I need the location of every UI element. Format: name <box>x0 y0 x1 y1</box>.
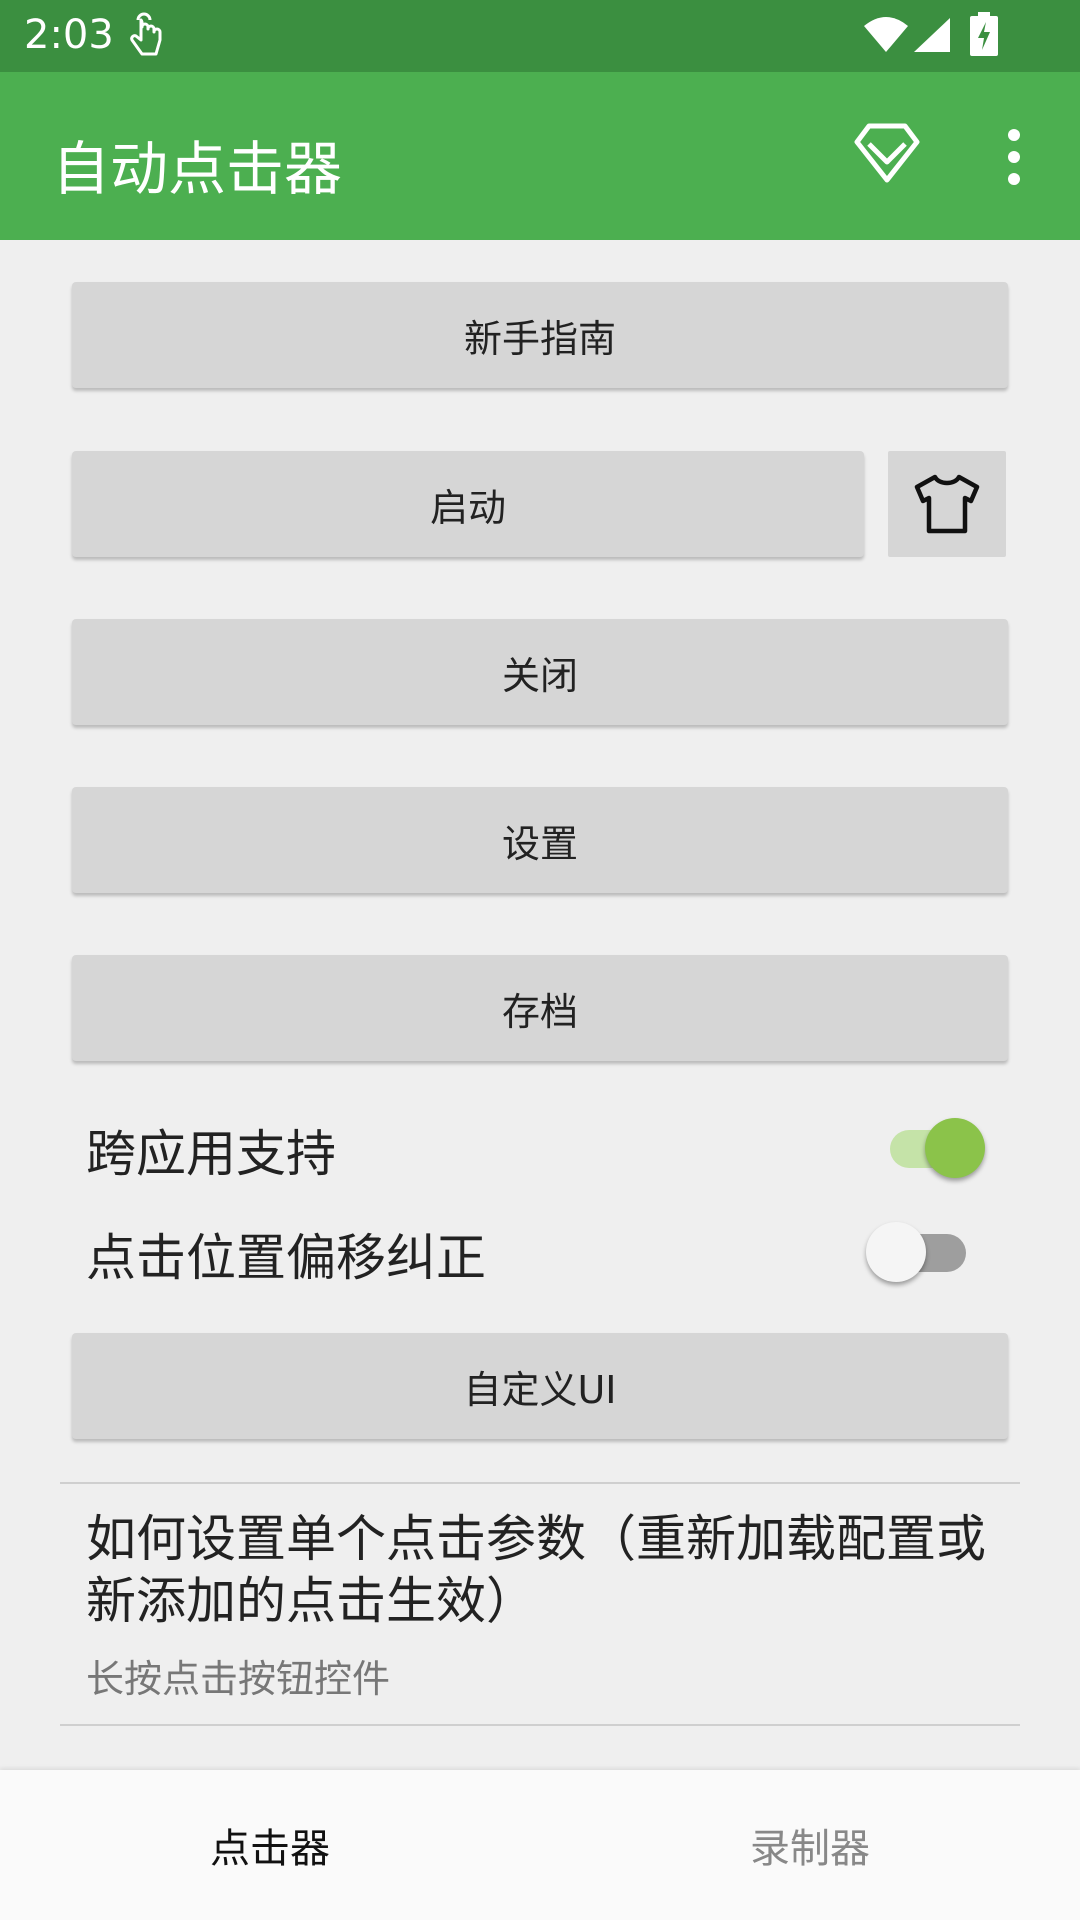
wifi-icon <box>864 17 908 52</box>
divider <box>60 1482 1020 1484</box>
divider <box>60 1724 1020 1726</box>
touch-icon <box>130 12 162 56</box>
app-title: 自动点击器 <box>52 135 343 203</box>
battery-charging-icon <box>970 12 998 56</box>
help-subtitle: 长按点击按钮控件 <box>86 1657 391 1701</box>
cross-app-support-switch[interactable] <box>880 1110 990 1180</box>
custom-ui-button[interactable]: 自定义UI <box>72 1333 1008 1439</box>
switch-thumb <box>866 1222 926 1282</box>
app-bar: 自动点击器 <box>0 72 1080 240</box>
theme-button[interactable] <box>888 451 1006 557</box>
tab-recorder[interactable]: 录制器 <box>540 1770 1080 1920</box>
offset-correction-switch[interactable] <box>860 1214 970 1284</box>
help-title[interactable]: 如何设置单个点击参数（重新加载配置或新添加的点击生效） <box>86 1508 1026 1632</box>
settings-button[interactable]: 设置 <box>72 787 1008 893</box>
archive-button[interactable]: 存档 <box>72 955 1008 1061</box>
cellular-icon <box>914 18 950 52</box>
status-time: 2:03 <box>24 12 114 58</box>
offset-correction-label: 点击位置偏移纠正 <box>86 1229 486 1287</box>
tab-clicker[interactable]: 点击器 <box>0 1770 540 1920</box>
tshirt-icon <box>914 474 980 534</box>
start-button[interactable]: 启动 <box>72 451 864 557</box>
more-vert-icon[interactable] <box>1000 128 1028 186</box>
status-bar: 2:03 <box>0 0 1080 72</box>
cross-app-support-label: 跨应用支持 <box>86 1125 336 1183</box>
diamond-icon[interactable] <box>853 122 921 184</box>
bottom-navigation: 点击器 录制器 <box>0 1770 1080 1920</box>
close-button[interactable]: 关闭 <box>72 619 1008 725</box>
guide-button[interactable]: 新手指南 <box>72 282 1008 388</box>
switch-thumb <box>925 1118 985 1178</box>
